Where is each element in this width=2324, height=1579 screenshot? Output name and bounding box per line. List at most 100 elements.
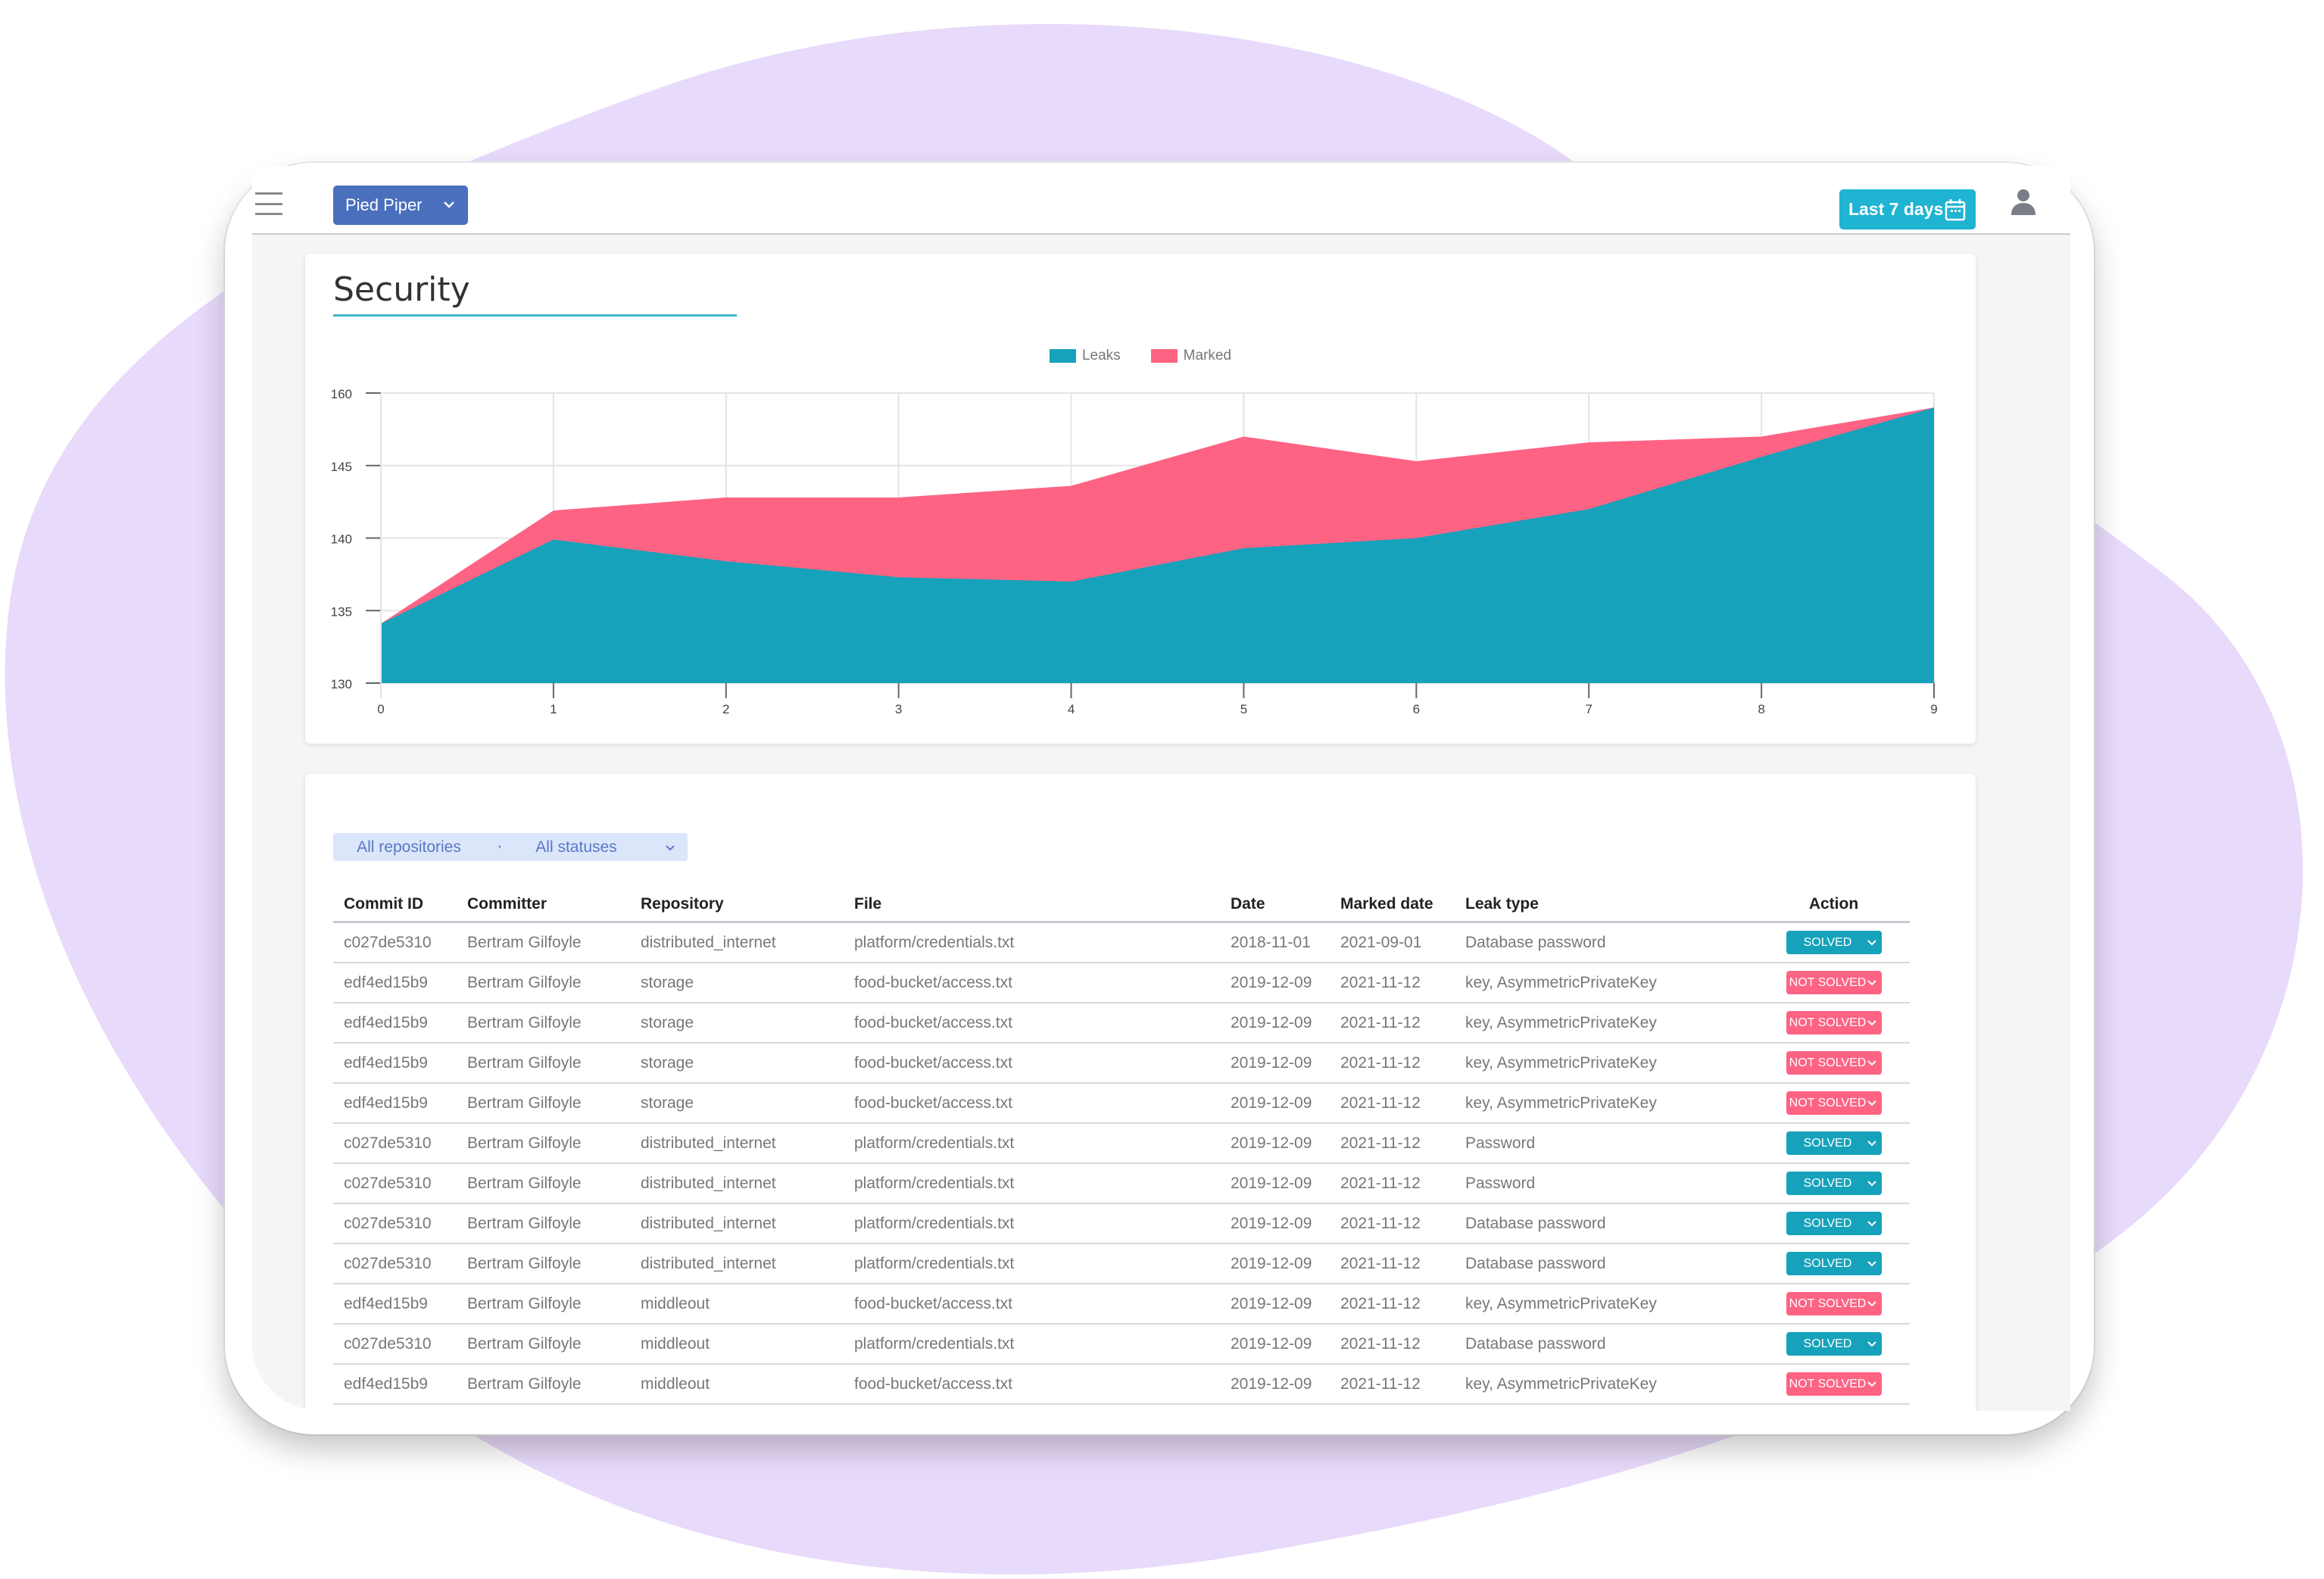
repository-cell: storage — [630, 1083, 844, 1124]
area-chart: 160 145 140 135 130 0 1 2 3 4 5 6 7 8 9 — [331, 387, 1938, 716]
date-cell: 2019-12-09 — [1220, 1284, 1330, 1325]
status-label: NOT SOLVED — [1789, 1297, 1867, 1310]
commit-id-cell: edf4ed15b9 — [333, 1284, 457, 1325]
chevron-down-icon — [1867, 1020, 1876, 1026]
commit-id-cell: edf4ed15b9 — [333, 963, 457, 1003]
column-header-date[interactable]: Date — [1220, 888, 1330, 923]
repository-cell: distributed_internet — [630, 1203, 844, 1244]
table-row[interactable]: c027de5310 Bertram Gilfoyle distributed_in… — [333, 922, 1910, 963]
file-cell: platform/credentials.txt — [844, 1324, 1220, 1365]
status-dropdown-not-solved[interactable]: NOT SOLVED — [1786, 1051, 1882, 1075]
column-header-leak-type[interactable]: Leak type — [1455, 888, 1758, 923]
repository-cell: storage — [630, 1003, 844, 1044]
leak-type-cell: key, AsymmetricPrivateKey — [1455, 963, 1758, 1003]
action-cell: SOLVED — [1758, 1324, 1910, 1365]
date-cell: 2019-12-09 — [1220, 1364, 1330, 1405]
date-range-label: Last 7 days — [1848, 199, 1944, 219]
top-bar: Pied Piper Last 7 days — [252, 166, 2070, 235]
commit-id-cell: c027de5310 — [333, 1244, 457, 1284]
hamburger-menu-icon[interactable] — [255, 192, 282, 215]
column-header-committer[interactable]: Committer — [457, 888, 630, 923]
x-tick-label: 7 — [1585, 702, 1592, 716]
commit-id-cell: edf4ed15b9 — [333, 1083, 457, 1124]
table-row[interactable]: edf4ed15b9 Bertram Gilfoyle storage food-bu… — [333, 1003, 1910, 1044]
commit-id-cell: c027de5310 — [333, 1324, 457, 1365]
table-row[interactable]: c027de5310 Bertram Gilfoyle distributed_in… — [333, 1244, 1910, 1284]
table-row[interactable]: edf4ed15b9 Bertram Gilfoyle storage food-bu… — [333, 1043, 1910, 1084]
table-header-row: Commit ID Committer Repository File Date… — [333, 888, 1910, 923]
status-dropdown-not-solved[interactable]: NOT SOLVED — [1786, 971, 1882, 994]
status-dropdown-solved[interactable]: SOLVED — [1786, 1172, 1882, 1195]
repository-cell: middleout — [630, 1324, 844, 1365]
file-cell: platform/credentials.txt — [844, 1163, 1220, 1204]
status-label: SOLVED — [1803, 1136, 1852, 1150]
status-label: NOT SOLVED — [1789, 1056, 1867, 1069]
x-tick-label: 1 — [550, 702, 557, 716]
chevron-down-icon — [1867, 1381, 1876, 1387]
table-row[interactable]: c027de5310 Bertram Gilfoyle middleout platf… — [333, 1324, 1910, 1365]
status-filter-dropdown[interactable]: All statuses — [501, 833, 688, 861]
table-row[interactable]: c027de5310 Bertram Gilfoyle distributed_in… — [333, 1203, 1910, 1244]
action-cell: SOLVED — [1758, 922, 1910, 963]
table-row[interactable]: edf4ed15b9 Bertram Gilfoyle middleout food-… — [333, 1284, 1910, 1325]
action-cell: SOLVED — [1758, 1163, 1910, 1204]
action-cell: NOT SOLVED — [1758, 1083, 1910, 1124]
date-cell: 2019-12-09 — [1220, 1324, 1330, 1365]
action-cell: NOT SOLVED — [1758, 1003, 1910, 1044]
marked-date-cell: 2021-11-12 — [1330, 1043, 1455, 1084]
repository-filter-label: All repositories — [357, 838, 461, 856]
table-row[interactable]: c027de5310 Bertram Gilfoyle distributed_in… — [333, 1163, 1910, 1204]
leak-type-cell: Database password — [1455, 1324, 1758, 1365]
leak-type-cell: key, AsymmetricPrivateKey — [1455, 1003, 1758, 1044]
repository-filter-dropdown[interactable]: All repositories — [333, 833, 520, 861]
action-cell: NOT SOLVED — [1758, 1364, 1910, 1405]
column-header-marked-date[interactable]: Marked date — [1330, 888, 1455, 923]
status-dropdown-solved[interactable]: SOLVED — [1786, 1252, 1882, 1275]
user-avatar-icon[interactable] — [2010, 189, 2036, 216]
table-row[interactable]: edf4ed15b9 Bertram Gilfoyle storage food-bu… — [333, 1083, 1910, 1124]
leak-type-cell: key, AsymmetricPrivateKey — [1455, 1083, 1758, 1124]
action-cell: NOT SOLVED — [1758, 1284, 1910, 1325]
repository-cell: distributed_internet — [630, 922, 844, 963]
date-cell: 2019-12-09 — [1220, 1043, 1330, 1084]
status-dropdown-not-solved[interactable]: NOT SOLVED — [1786, 1011, 1882, 1034]
y-tick-label: 130 — [331, 677, 352, 691]
committer-cell: Bertram Gilfoyle — [457, 1364, 630, 1405]
marked-date-cell: 2021-11-12 — [1330, 1364, 1455, 1405]
date-range-button[interactable]: Last 7 days — [1839, 189, 1976, 229]
marked-date-cell: 2021-11-12 — [1330, 1003, 1455, 1044]
column-header-file[interactable]: File — [844, 888, 1220, 923]
status-dropdown-solved[interactable]: SOLVED — [1786, 1212, 1882, 1235]
file-cell: food-bucket/access.txt — [844, 1043, 1220, 1084]
table-row[interactable]: c027de5310 Bertram Gilfoyle distributed_in… — [333, 1123, 1910, 1164]
file-cell: platform/credentials.txt — [844, 922, 1220, 963]
table-row[interactable]: edf4ed15b9 Bertram Gilfoyle middleout food-… — [333, 1364, 1910, 1405]
status-dropdown-solved[interactable]: SOLVED — [1786, 1332, 1882, 1356]
status-dropdown-solved[interactable]: SOLVED — [1786, 931, 1882, 954]
committer-cell: Bertram Gilfoyle — [457, 1003, 630, 1044]
app-screen: Pied Piper Last 7 days Security Leaks Ma… — [252, 166, 2070, 1411]
status-dropdown-not-solved[interactable]: NOT SOLVED — [1786, 1292, 1882, 1315]
y-tick-label: 145 — [331, 460, 352, 474]
org-selector-label: Pied Piper — [345, 195, 423, 214]
action-cell: SOLVED — [1758, 1203, 1910, 1244]
marked-date-cell: 2021-11-12 — [1330, 1083, 1455, 1124]
status-dropdown-not-solved[interactable]: NOT SOLVED — [1786, 1372, 1882, 1396]
date-cell: 2019-12-09 — [1220, 1123, 1330, 1164]
chevron-down-icon — [1867, 1301, 1876, 1307]
column-header-commit-id[interactable]: Commit ID — [333, 888, 457, 923]
leak-type-cell: key, AsymmetricPrivateKey — [1455, 1284, 1758, 1325]
status-dropdown-solved[interactable]: SOLVED — [1786, 1131, 1882, 1155]
org-selector-button[interactable]: Pied Piper — [333, 186, 468, 225]
table-row[interactable]: edf4ed15b9 Bertram Gilfoyle storage food-bu… — [333, 963, 1910, 1003]
status-dropdown-not-solved[interactable]: NOT SOLVED — [1786, 1091, 1882, 1115]
column-header-repository[interactable]: Repository — [630, 888, 844, 923]
repository-cell: storage — [630, 1043, 844, 1084]
date-cell: 2019-12-09 — [1220, 1163, 1330, 1204]
file-cell: food-bucket/access.txt — [844, 1284, 1220, 1325]
marked-date-cell: 2021-11-12 — [1330, 1163, 1455, 1204]
leaks-table-card: All repositories All statuses Commit ID … — [305, 774, 1976, 1411]
marked-date-cell: 2021-11-12 — [1330, 1284, 1455, 1325]
status-label: NOT SOLVED — [1789, 1377, 1867, 1390]
chevron-down-icon — [1867, 1100, 1876, 1106]
